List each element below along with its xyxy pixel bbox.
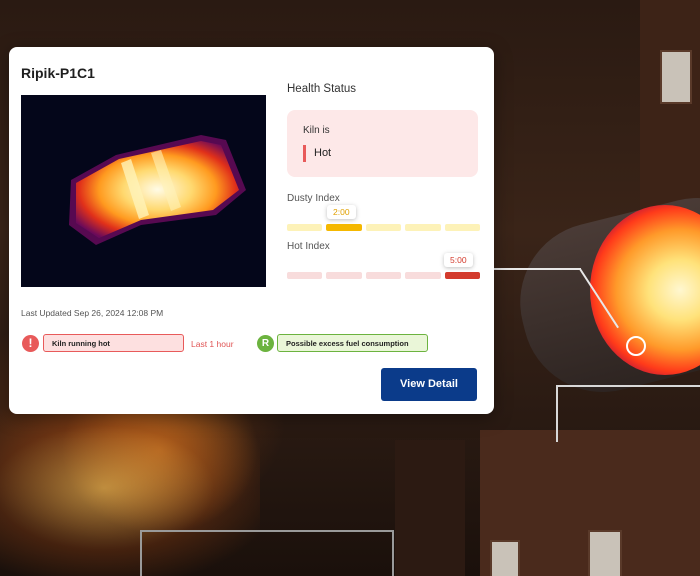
kiln-status-box: Kiln is Hot [287,110,478,177]
alert-excess-fuel[interactable]: Possible excess fuel consumption [277,334,428,352]
hot-segment [405,272,441,279]
dusty-index-bar [287,224,481,231]
kiln-marker-dot[interactable] [626,336,646,356]
hot-segment-active [444,272,481,279]
hot-index-bar [287,272,481,279]
alert-kiln-hot[interactable]: Kiln running hot [43,334,184,352]
building-window [490,540,520,576]
dusty-segment [365,224,402,231]
walkway-railing [556,385,700,442]
brick-tower [640,0,700,210]
dusty-segment-active [326,224,362,231]
health-status-heading: Health Status [287,83,357,95]
view-detail-button[interactable]: View Detail [381,368,477,401]
tower-window [660,50,692,104]
hot-index-label: Hot Index [287,241,330,252]
exclamation-icon: ! [22,335,39,352]
walkway-railing [140,530,394,576]
dusty-segment [287,224,323,231]
dusty-segment [444,224,481,231]
hot-segment [287,272,323,279]
brick-wall [395,440,465,576]
thermal-image [21,95,266,287]
dusty-index-tooltip: 2:00 [327,205,356,219]
hot-index-tooltip: 5:00 [444,253,473,267]
alert-time: Last 1 hour [191,339,234,349]
status-indicator-bar [303,145,306,162]
status-label: Kiln is [303,125,330,136]
hot-segment [365,272,402,279]
status-value: Hot [314,147,332,159]
kiln-title: Ripik-P1C1 [21,65,95,81]
last-updated-text: Last Updated Sep 26, 2024 12:08 PM [21,308,164,318]
dusty-segment [405,224,441,231]
dusty-index-label: Dusty Index [287,193,340,204]
kiln-status-card: Ripik-P1C1 Last Updated Sep 26, 2024 12:… [9,47,494,414]
building-window [588,530,622,576]
hot-segment [326,272,362,279]
ripik-logo-icon: R [257,335,274,352]
connector-line [494,268,581,270]
